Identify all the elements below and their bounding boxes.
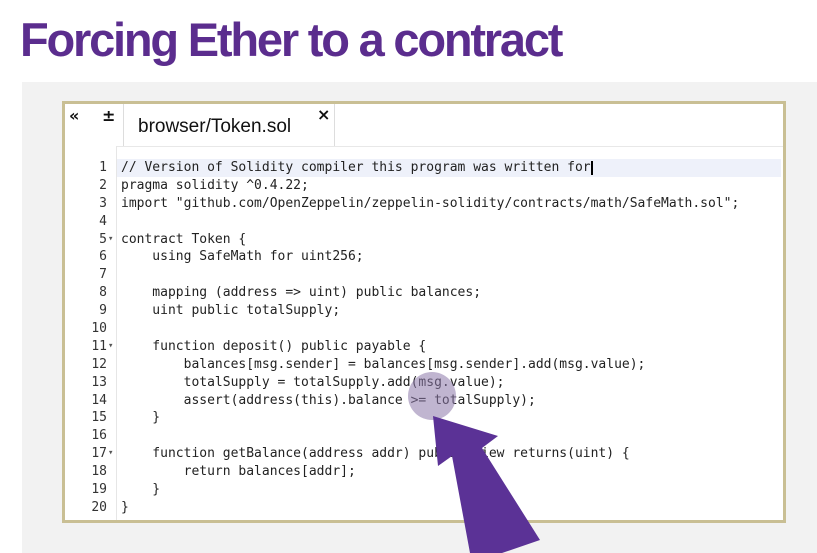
arrow-shape [433, 416, 540, 553]
pointer-arrow-icon [433, 416, 540, 553]
